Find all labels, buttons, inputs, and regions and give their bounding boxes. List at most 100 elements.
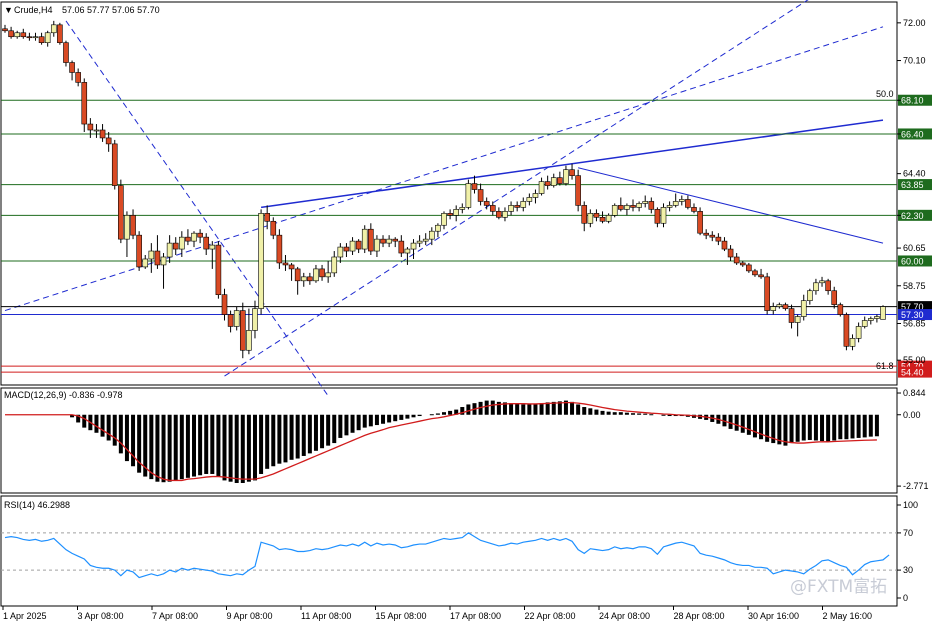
candle-body: [550, 177, 557, 186]
candle-body: [605, 215, 612, 222]
macd-bar: [112, 414, 117, 446]
candle-body: [392, 238, 399, 242]
price-chart-window[interactable]: 68.1066.4063.8562.3060.0057.7057.3054.70…: [0, 0, 936, 624]
macd-bar: [838, 414, 843, 440]
macd-bar: [295, 414, 300, 459]
macd-bar: [106, 414, 111, 441]
macd-bar: [246, 414, 251, 482]
candle-body: [581, 205, 588, 224]
time-axis-label: 24 Apr 08:00: [599, 611, 650, 621]
macd-bar: [204, 414, 209, 474]
macd-bar: [588, 408, 593, 415]
candle-body: [465, 183, 472, 208]
macd-bar: [198, 414, 203, 476]
price-axis-label: 72.00: [903, 18, 926, 28]
macd-bar: [381, 414, 386, 424]
price-axis-label: 60.65: [903, 243, 926, 253]
candle-body: [538, 181, 545, 194]
time-axis-label: 28 Apr 08:00: [674, 611, 725, 621]
candle-body: [2, 28, 8, 32]
macd-bar: [795, 414, 800, 442]
candle-body: [44, 32, 51, 43]
time-axis-label: 15 Apr 08:00: [376, 611, 427, 621]
macd-bar: [856, 414, 861, 438]
macd-bar: [149, 414, 154, 480]
candle-body: [776, 304, 783, 307]
candle-body: [788, 308, 795, 323]
price-axis-label: 55.00: [903, 355, 926, 365]
candle-body: [508, 205, 514, 212]
macd-bar: [740, 414, 745, 433]
candle-body: [307, 276, 313, 282]
macd-axis-label: -2.771: [903, 481, 929, 491]
candle-body: [758, 274, 764, 278]
candle-body: [807, 290, 813, 301]
time-axis-label: 30 Apr 16:00: [748, 611, 799, 621]
macd-bar: [399, 414, 404, 420]
macd-bar: [411, 414, 416, 418]
candle-body: [825, 280, 831, 292]
candle-body: [447, 213, 453, 216]
macd-bar: [228, 414, 233, 482]
candle-body: [227, 314, 234, 327]
rsi-title: RSI(14) 46.2988: [4, 500, 70, 510]
macd-bar: [759, 414, 764, 440]
level-tag-label: 63.85: [901, 180, 924, 190]
candle-body: [709, 234, 716, 238]
macd-bar: [539, 403, 544, 415]
macd-bar: [131, 414, 136, 467]
candle-body: [69, 62, 75, 73]
candle-body: [471, 183, 478, 190]
candle-body: [764, 276, 770, 311]
macd-bar: [442, 412, 446, 415]
candle-body: [26, 36, 33, 39]
candle-body: [520, 201, 527, 208]
macd-bar: [344, 414, 349, 436]
candle-body: [435, 224, 441, 232]
candle-body: [99, 129, 106, 139]
macd-bar: [606, 411, 611, 415]
watermark: @FXTM富拓: [790, 577, 887, 597]
candle-body: [81, 82, 88, 125]
candle-body: [502, 211, 508, 218]
time-axis-label: 17 Apr 08:00: [450, 611, 501, 621]
time-axis-label: 1 Apr 2025: [3, 611, 47, 621]
candle-body: [599, 217, 606, 222]
macd-bar: [618, 412, 623, 415]
rsi-axis-label: 100: [903, 500, 918, 510]
candle-body: [733, 256, 740, 264]
candle-body: [868, 318, 874, 321]
level-tag-label: 54.40: [901, 368, 924, 378]
macd-bar: [832, 414, 837, 441]
candle-body: [746, 264, 752, 272]
candle-body: [624, 205, 630, 210]
macd-bar: [362, 414, 367, 428]
macd-bar: [820, 414, 825, 442]
macd-bar: [844, 414, 849, 440]
macd-axis-label: 0.00: [903, 410, 921, 420]
candle-body: [276, 234, 283, 264]
candle-body: [142, 258, 149, 268]
candle-body: [38, 36, 45, 43]
candle-body: [575, 175, 581, 206]
candle-body: [111, 143, 118, 186]
macd-bar: [490, 400, 495, 415]
candle-body: [678, 199, 685, 202]
macd-bar: [155, 414, 160, 482]
candle-body: [557, 177, 563, 184]
candle-body: [691, 207, 697, 212]
chart-background: [0, 0, 936, 624]
candle-body: [87, 123, 94, 131]
symbol-dropdown-icon[interactable]: ▼: [4, 5, 13, 15]
level-tag-label: 60.00: [901, 256, 924, 266]
candle-body: [343, 246, 350, 252]
macd-bar: [301, 414, 306, 456]
candle-body: [453, 209, 459, 216]
macd-bar: [265, 414, 270, 469]
level-tag-label: 68.10: [901, 96, 924, 106]
candle-body: [429, 230, 435, 240]
candle-body: [721, 240, 728, 250]
candle-body: [874, 316, 880, 319]
candle-body: [325, 272, 331, 278]
time-axis-label: 3 Apr 08:00: [78, 611, 124, 621]
